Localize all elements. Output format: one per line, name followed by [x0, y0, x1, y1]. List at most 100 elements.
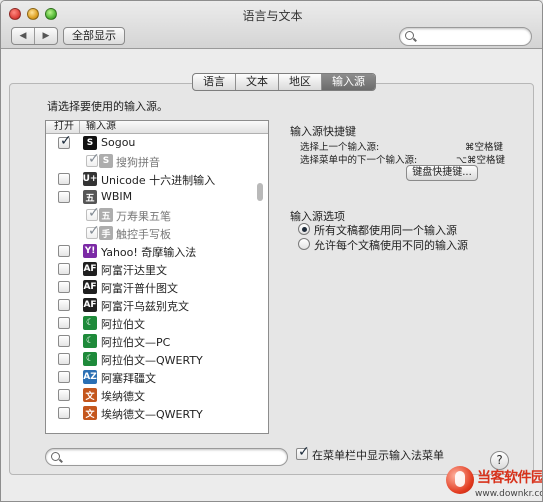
radio-same-source[interactable] [298, 223, 310, 235]
input-source-label: 阿拉伯文—QWERTY [101, 354, 203, 367]
input-source-search-field[interactable] [45, 448, 288, 466]
input-source-icon: 文 [83, 388, 97, 402]
list-item[interactable]: ✓ S Sogou [46, 133, 268, 152]
checkmark-icon: ✓ [88, 151, 100, 167]
input-source-icon: 五 [99, 208, 113, 222]
input-source-icon: AF [83, 280, 97, 294]
tab-bar: 语言 文本 地区 输入源 [192, 73, 376, 91]
list-item[interactable]: AZ 阿塞拜疆文 [46, 368, 268, 386]
list-item[interactable]: ☾ 阿拉伯文 [46, 314, 268, 332]
next-source-label: 选择菜单中的下一个输入源: [300, 155, 418, 166]
input-source-label: Sogou [101, 136, 136, 149]
input-source-label: Unicode 十六进制输入 [101, 174, 216, 187]
enable-checkbox[interactable] [58, 407, 70, 419]
enable-checkbox[interactable]: ✓ [86, 223, 100, 239]
watermark-logo-icon [446, 466, 474, 494]
checkmark-icon: ✓ [88, 223, 100, 239]
input-source-label: 阿富汗乌兹别克文 [101, 300, 189, 313]
enable-checkbox[interactable] [58, 335, 70, 347]
show-input-menu-checkbox[interactable]: ✓ [296, 444, 310, 460]
enable-checkbox[interactable] [58, 389, 70, 401]
checkmark-icon: ✓ [88, 205, 100, 221]
input-source-list[interactable]: 打开 输入源 ✓ S Sogou ✓ S 搜狗拼音 U+ Unicode 十六进制输入五 WBI… [45, 120, 269, 434]
checkmark-icon: ✓ [298, 444, 310, 460]
input-source-icon: ☾ [83, 316, 97, 330]
tab-3[interactable]: 输入源 [321, 74, 375, 90]
enable-checkbox[interactable] [58, 173, 70, 185]
input-source-label: 阿富汗普什图文 [101, 282, 178, 295]
list-item[interactable]: AF 阿富汗达里文 [46, 260, 268, 278]
enable-checkbox[interactable]: ✓ [58, 133, 72, 149]
forward-button[interactable]: ▶ [34, 28, 57, 44]
list-item[interactable]: U+ Unicode 十六进制输入 [46, 170, 268, 188]
scrollbar-thumb[interactable] [257, 183, 263, 201]
list-prompt: 请选择要使用的输入源。 [47, 100, 168, 113]
input-source-icon: AF [83, 262, 97, 276]
radio-different-source[interactable] [298, 238, 310, 250]
shortcuts-heading: 输入源快捷键 [290, 125, 356, 138]
enable-checkbox[interactable] [58, 281, 70, 293]
list-rows: ✓ S Sogou ✓ S 搜狗拼音 U+ Unicode 十六进制输入五 WBIM ✓ 五万寿果五… [46, 133, 268, 422]
enable-checkbox[interactable] [58, 191, 70, 203]
enable-checkbox[interactable] [58, 317, 70, 329]
list-item[interactable]: AF 阿富汗乌兹别克文 [46, 296, 268, 314]
list-item[interactable]: ✓ 手触控手写板 [46, 223, 268, 242]
watermark-name: 当客软件园 [477, 470, 543, 486]
input-source-label: 阿拉伯文 [101, 318, 145, 331]
list-item[interactable]: 文埃纳德文 [46, 386, 268, 404]
input-source-label: 埃纳德文—QWERTY [101, 408, 203, 421]
input-source-icon: 文 [83, 406, 97, 420]
show-input-menu-label: 在菜单栏中显示输入法菜单 [312, 449, 444, 462]
input-source-label: 埃纳德文 [101, 390, 145, 403]
input-source-icon: 五 [83, 190, 97, 204]
enable-checkbox[interactable] [58, 263, 70, 275]
prev-source-key: ⌘空格键 [465, 142, 504, 153]
input-source-label: 触控手写板 [116, 228, 171, 241]
next-source-key: ⌥⌘空格键 [456, 155, 505, 166]
enable-checkbox[interactable] [58, 371, 70, 383]
preferences-window: 语言与文本 ◀ ▶ 全部显示 语言 文本 地区 输入源 请选择要使用的输入源。 打开 … [0, 0, 543, 502]
title-bar: 语言与文本 ◀ ▶ 全部显示 [1, 1, 542, 49]
input-source-label: 搜狗拼音 [116, 156, 160, 169]
list-item[interactable]: AF 阿富汗普什图文 [46, 278, 268, 296]
list-item[interactable]: ☾ 阿拉伯文—QWERTY [46, 350, 268, 368]
enable-checkbox[interactable] [58, 299, 70, 311]
show-all-button[interactable]: 全部显示 [63, 27, 125, 45]
input-source-icon: AF [83, 298, 97, 312]
input-source-label: 阿富汗达里文 [101, 264, 167, 277]
column-header-enabled[interactable]: 打开 [46, 121, 80, 133]
input-source-label: 万寿果五笔 [116, 210, 171, 223]
input-source-label: 阿塞拜疆文 [101, 372, 156, 385]
input-source-icon: AZ [83, 370, 97, 384]
list-item[interactable]: Y! Yahoo! 奇摩输入法 [46, 242, 268, 260]
input-source-icon: S [99, 154, 113, 168]
enable-checkbox[interactable]: ✓ [86, 151, 100, 167]
input-source-label: Yahoo! 奇摩输入法 [101, 246, 197, 259]
checkmark-icon: ✓ [60, 133, 72, 149]
list-item[interactable]: ✓ 五万寿果五笔 [46, 205, 268, 224]
preferences-search-field[interactable] [399, 27, 532, 46]
tab-1[interactable]: 文本 [235, 74, 278, 90]
list-item[interactable]: ✓ S 搜狗拼音 [46, 151, 268, 170]
input-source-icon: S [83, 136, 97, 150]
input-source-label: WBIM [101, 190, 133, 203]
list-item[interactable]: 文埃纳德文—QWERTY [46, 404, 268, 422]
column-header-source[interactable]: 输入源 [80, 121, 116, 133]
enable-checkbox[interactable] [58, 353, 70, 365]
list-scrollbar[interactable] [256, 135, 264, 433]
enable-checkbox[interactable]: ✓ [86, 205, 100, 221]
list-item[interactable]: ☾ 阿拉伯文—PC [46, 332, 268, 350]
prev-source-label: 选择上一个输入源: [300, 142, 380, 153]
list-item[interactable]: 五 WBIM [46, 188, 268, 206]
radio-different-source-label: 允许每个文稿使用不同的输入源 [314, 239, 468, 252]
enable-checkbox[interactable] [58, 245, 70, 257]
window-title: 语言与文本 [242, 9, 303, 23]
tab-0[interactable]: 语言 [193, 74, 235, 90]
input-source-icon: ☾ [83, 352, 97, 366]
keyboard-shortcuts-button[interactable]: 键盘快捷键... [406, 165, 478, 181]
back-button[interactable]: ◀ [12, 28, 34, 44]
input-source-icon: 手 [99, 226, 113, 240]
input-source-icon: Y! [83, 244, 97, 258]
input-source-icon: U+ [83, 172, 97, 186]
tab-2[interactable]: 地区 [278, 74, 321, 90]
